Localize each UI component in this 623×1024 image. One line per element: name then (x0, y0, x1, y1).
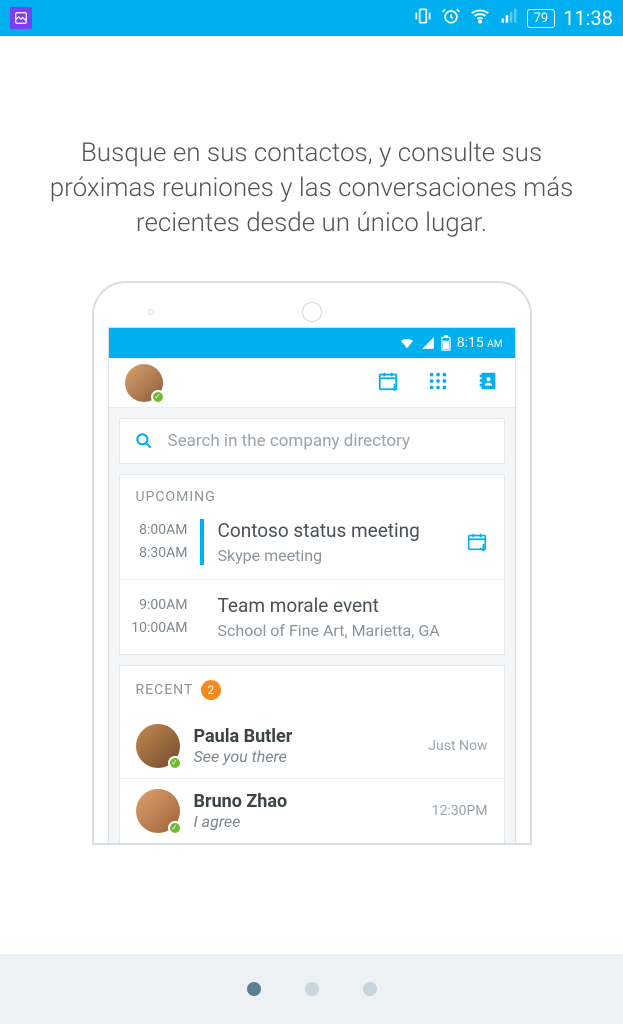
battery-indicator: 79 (527, 9, 556, 28)
signal-icon (499, 6, 519, 31)
upcoming-header: UPCOMING (120, 475, 504, 519)
wifi-icon (469, 5, 491, 32)
search-placeholder: Search in the company directory (168, 431, 411, 451)
recent-header: RECENT 2 (120, 666, 504, 714)
pager-dot[interactable] (305, 982, 319, 996)
meeting-subtitle: Skype meeting (218, 546, 458, 565)
presence-available-icon (168, 756, 182, 770)
contact-name: Paula Butler (194, 726, 415, 747)
app-notification-badge (10, 7, 32, 29)
meeting-title: Contoso status meeting (218, 519, 458, 542)
meeting-end-time: 8:30AM (120, 542, 188, 564)
my-avatar[interactable] (125, 364, 163, 402)
mock-app-bar (109, 358, 515, 408)
meeting-subtitle: School of Fine Art, Marietta, GA (218, 621, 488, 640)
contact-avatar (136, 724, 180, 768)
search-icon (134, 431, 154, 451)
pager-dot[interactable] (363, 982, 377, 996)
meeting-start-time: 8:00AM (120, 519, 188, 541)
mock-phone-illustration: 8:15 AM (92, 281, 532, 845)
contact-avatar (136, 789, 180, 833)
last-message: See you there (194, 747, 415, 766)
onboarding-pager (0, 954, 623, 1024)
skype-meeting-icon[interactable] (458, 519, 488, 565)
meeting-accent-bar (200, 594, 204, 640)
recent-count-badge: 2 (201, 680, 221, 700)
dialpad-icon[interactable] (427, 370, 449, 396)
mock-status-bar: 8:15 AM (109, 328, 515, 358)
calendar-icon[interactable] (377, 370, 399, 396)
vibrate-icon (413, 6, 433, 31)
mock-status-time: 8:15 AM (457, 335, 503, 351)
device-status-bar: 79 11:38 (0, 0, 623, 36)
meeting-title: Team morale event (218, 594, 488, 617)
contacts-icon[interactable] (477, 370, 499, 396)
meeting-accent-bar (200, 519, 204, 565)
battery-icon (441, 335, 451, 351)
meeting-row[interactable]: 8:00AM 8:30AM Contoso status meeting Sky… (120, 519, 504, 579)
meeting-start-time: 9:00AM (120, 594, 188, 616)
recent-conversation-row[interactable]: Paula Butler See you there Just Now (120, 714, 504, 778)
wifi-icon (399, 335, 415, 351)
status-time: 11:38 (563, 6, 613, 30)
last-message: I agree (194, 812, 418, 831)
signal-icon (421, 336, 435, 350)
meeting-end-time: 10:00AM (120, 617, 188, 639)
meeting-row[interactable]: 9:00AM 10:00AM Team morale event School … (120, 579, 504, 654)
upcoming-card: UPCOMING 8:00AM 8:30AM Contoso status me… (119, 474, 505, 655)
alarm-icon (441, 6, 461, 31)
recent-conversation-row[interactable]: Bruno Zhao I agree 12:30PM (120, 778, 504, 843)
onboarding-description: Busque en sus contactos, y consulte sus … (0, 36, 623, 281)
contact-name: Bruno Zhao (194, 791, 418, 812)
message-time: Just Now (428, 738, 487, 754)
message-time: 12:30PM (432, 803, 488, 819)
recent-card: RECENT 2 Paula Butler See you there (119, 665, 505, 843)
presence-available-icon (168, 821, 182, 835)
presence-available-icon (151, 390, 165, 404)
pager-dot[interactable] (247, 982, 261, 996)
search-input[interactable]: Search in the company directory (119, 418, 505, 464)
